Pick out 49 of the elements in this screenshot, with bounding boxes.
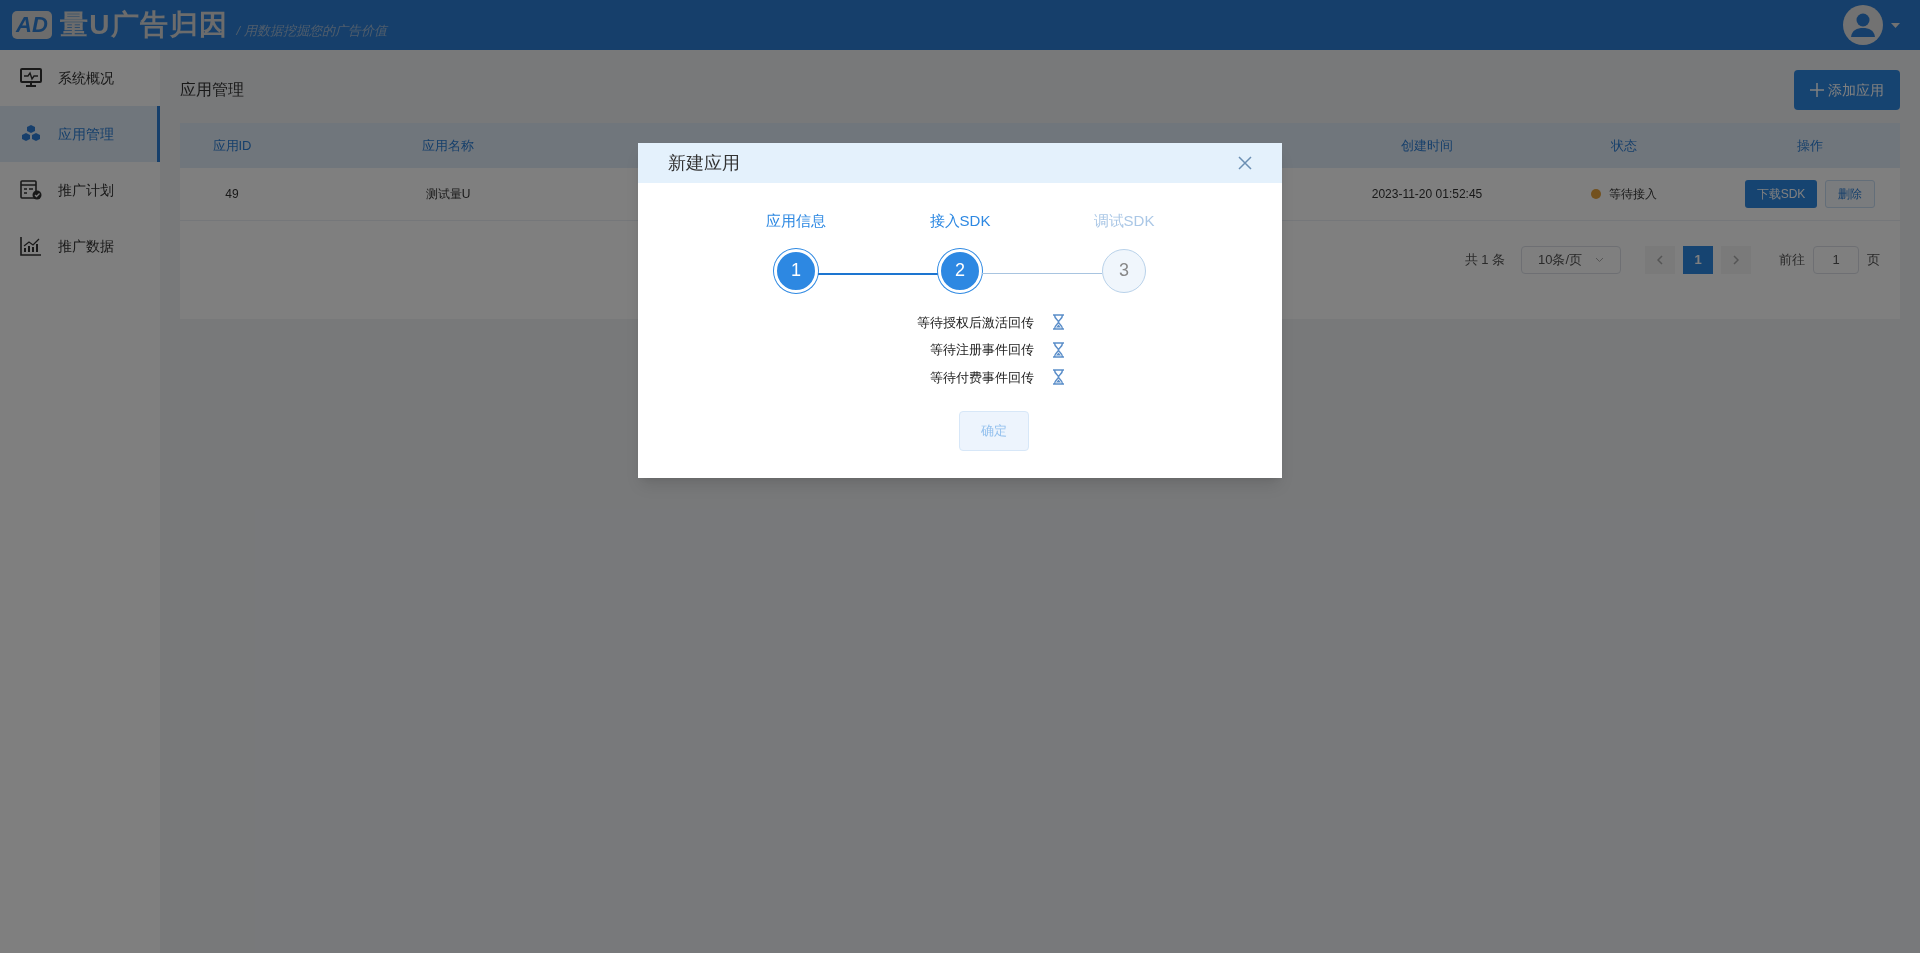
logo-mark: AD xyxy=(12,11,52,39)
chevron-down-icon xyxy=(1595,257,1604,263)
column-header: 操作 xyxy=(1796,136,1824,155)
bar-chart-icon xyxy=(20,236,42,256)
prev-page-button[interactable] xyxy=(1645,246,1675,274)
status-text: 等待接入 xyxy=(1608,186,1657,203)
column-header: 状态 xyxy=(1609,136,1638,155)
add-app-button[interactable]: 添加应用 xyxy=(1794,70,1900,110)
callback-status-text: 等待付费事件回传 xyxy=(930,368,1034,387)
page-suffix: 页 xyxy=(1867,251,1880,270)
step-label: 应用信息 xyxy=(766,211,826,231)
download-sdk-button[interactable]: 下载SDK xyxy=(1744,180,1818,208)
column-header: 创建时间 xyxy=(1400,136,1454,155)
user-menu[interactable] xyxy=(1843,5,1900,45)
plus-icon xyxy=(1810,83,1824,97)
hourglass-icon xyxy=(1052,314,1065,331)
page-size-select[interactable]: 10条/页 xyxy=(1521,246,1621,274)
delete-button[interactable]: 删除 xyxy=(1825,180,1876,208)
hourglass-icon xyxy=(1052,369,1065,386)
chevron-left-icon xyxy=(1657,255,1663,265)
close-icon[interactable] xyxy=(1238,156,1252,170)
monitor-icon xyxy=(20,68,42,88)
next-page-button[interactable] xyxy=(1721,246,1751,274)
avatar-icon xyxy=(1843,5,1883,45)
table-cell-text: 49 xyxy=(224,186,240,203)
caret-icon xyxy=(1891,22,1900,28)
callback-status-text: 等待授权后激活回传 xyxy=(917,313,1034,332)
page-title: 应用管理 xyxy=(180,80,244,100)
table-cell-text: 测试量U xyxy=(424,186,472,203)
brand-name: 量U广告归因 xyxy=(59,8,229,42)
total-count: 共 1 条 xyxy=(1464,251,1505,270)
table-cell-text: 2023-11-20 01:52:45 xyxy=(1370,186,1484,203)
sidebar-item[interactable]: 系统概况 xyxy=(0,50,160,106)
step-label: 调试SDK xyxy=(1093,211,1155,231)
calendar-check-icon xyxy=(20,180,42,200)
column-header: 应用ID xyxy=(211,136,253,155)
sidebar-item[interactable]: 推广计划 xyxy=(0,162,160,218)
page-number[interactable]: 1 xyxy=(1683,246,1713,274)
chevron-right-icon xyxy=(1733,255,1739,265)
dialog-title: 新建应用 xyxy=(668,151,740,175)
sidebar-item[interactable]: 推广数据 xyxy=(0,218,160,274)
callback-status-text: 等待注册事件回传 xyxy=(930,341,1034,359)
cubes-icon xyxy=(20,124,42,144)
column-header: 应用名称 xyxy=(421,136,475,155)
hourglass-icon xyxy=(1052,341,1065,358)
sidebar-item[interactable]: 应用管理 xyxy=(0,106,160,162)
goto-label: 前往 xyxy=(1779,251,1805,270)
goto-page-field[interactable]: 1 xyxy=(1813,246,1859,274)
step-label: 接入SDK xyxy=(929,211,991,231)
